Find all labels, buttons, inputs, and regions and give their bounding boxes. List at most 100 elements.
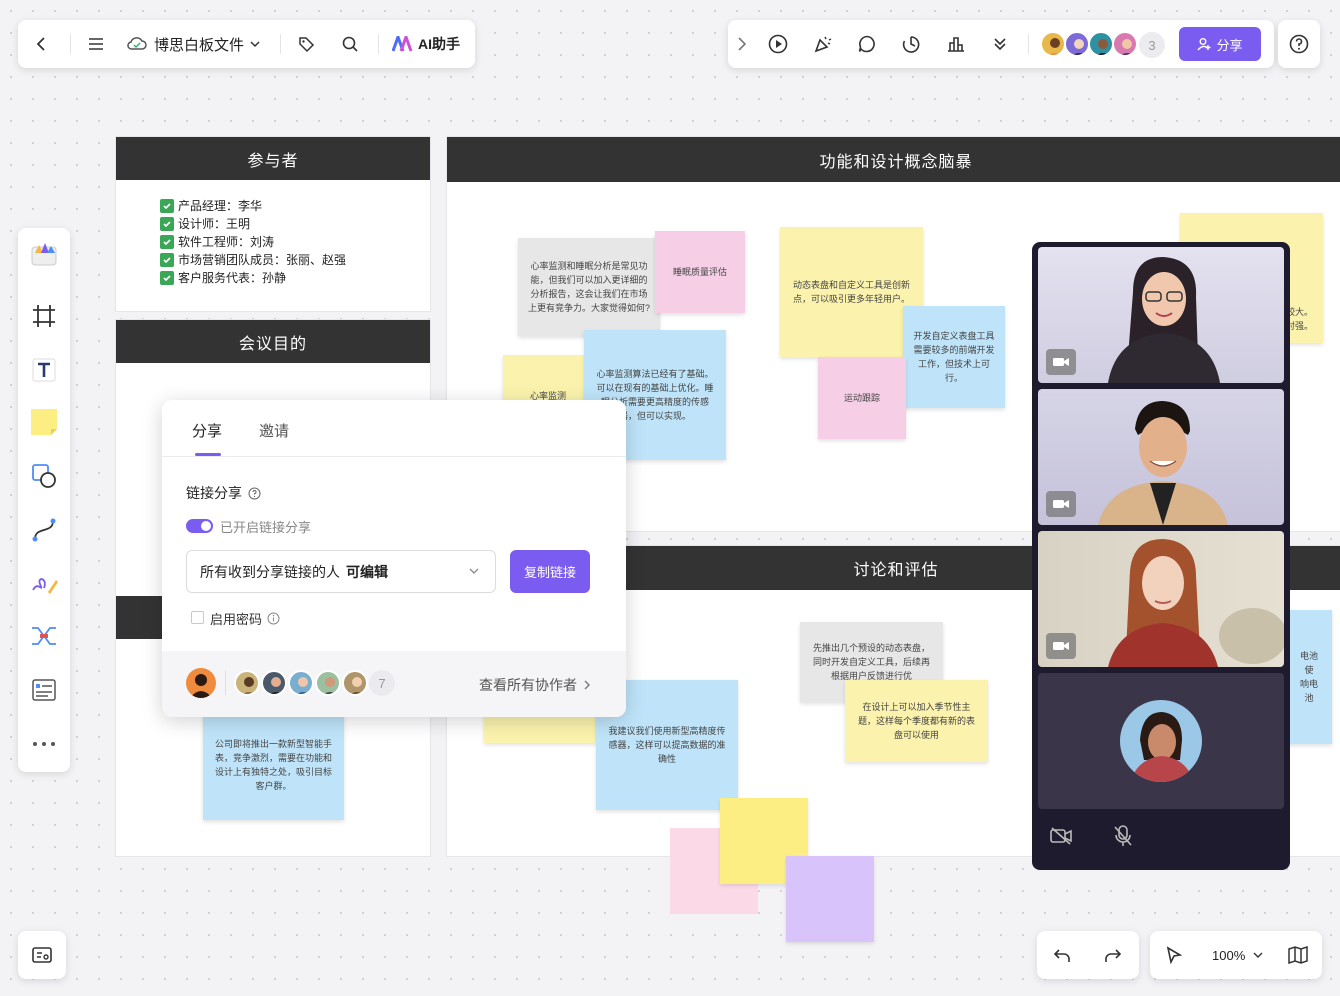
copy-link-button[interactable]: 复制链接 bbox=[510, 550, 590, 593]
sticky-note[interactable]: 睡眠质量评估 bbox=[655, 231, 745, 313]
back-icon[interactable] bbox=[24, 20, 60, 68]
mindmap-tool-icon[interactable] bbox=[18, 614, 70, 658]
info-icon[interactable] bbox=[267, 612, 280, 625]
ai-logo-icon bbox=[392, 36, 414, 52]
ai-assistant-button[interactable]: AI助手 bbox=[392, 20, 460, 68]
sticky-note[interactable] bbox=[786, 856, 874, 942]
list-item: 市场营销团队成员：张丽、赵强 bbox=[160, 251, 346, 269]
chevron-down-icon bbox=[469, 567, 479, 575]
collaborator-count-badge[interactable]: 3 bbox=[1139, 32, 1165, 58]
password-row: 启用密码 bbox=[210, 609, 280, 628]
present-icon[interactable] bbox=[760, 20, 796, 68]
checkbox-checked-icon bbox=[160, 235, 174, 249]
tag-icon[interactable] bbox=[288, 20, 324, 68]
sticky-note[interactable]: 在设计上可以加入季节性主题，这样每个季度都有新的表盘可以使用 bbox=[845, 680, 988, 762]
camera-icon[interactable] bbox=[1046, 633, 1076, 659]
ai-label: AI助手 bbox=[418, 36, 460, 52]
link-share-label: 链接分享 bbox=[186, 485, 242, 501]
help-button[interactable] bbox=[1278, 20, 1320, 68]
expand-icon[interactable] bbox=[728, 20, 756, 68]
camera-off-icon[interactable] bbox=[1049, 826, 1073, 851]
list-item: 软件工程师：刘涛 bbox=[160, 233, 346, 251]
participant-name: 设计师：王明 bbox=[178, 217, 251, 231]
help-icon bbox=[1289, 34, 1309, 54]
avatar[interactable] bbox=[1088, 31, 1114, 57]
list-tool-icon[interactable] bbox=[18, 668, 70, 712]
owner-avatar[interactable] bbox=[186, 668, 216, 698]
select-tool-icon[interactable] bbox=[1156, 931, 1192, 979]
chevron-down-icon bbox=[1253, 951, 1263, 959]
checkbox-checked-icon bbox=[160, 199, 174, 213]
map-icon[interactable] bbox=[1280, 931, 1316, 979]
avatar[interactable] bbox=[234, 670, 260, 696]
tab-invite[interactable]: 邀请 bbox=[259, 420, 289, 441]
avatar[interactable] bbox=[1112, 31, 1138, 57]
list-item: 客户服务代表：孙静 bbox=[160, 269, 346, 287]
tab-share[interactable]: 分享 bbox=[192, 420, 222, 441]
checkbox-checked-icon bbox=[160, 217, 174, 231]
permission-select[interactable]: 所有收到分享链接的人 可编辑 bbox=[186, 550, 496, 593]
zoom-control[interactable]: 100% bbox=[1212, 931, 1263, 979]
sticky-note-tool-icon[interactable] bbox=[18, 400, 70, 444]
avatar[interactable] bbox=[1040, 31, 1066, 57]
connector-tool-icon[interactable] bbox=[18, 508, 70, 552]
view-all-collaborators-link[interactable]: 查看所有协作者 bbox=[479, 675, 591, 695]
menu-icon[interactable] bbox=[78, 20, 114, 68]
footer-divider bbox=[225, 671, 226, 695]
help-icon[interactable] bbox=[248, 487, 261, 500]
sticky-note[interactable]: 运动跟踪 bbox=[818, 357, 906, 439]
sticky-note[interactable]: 开发自定义表盘工具需要较多的前端开发工作，但技术上可行。 bbox=[903, 306, 1005, 408]
celebrate-icon[interactable] bbox=[805, 20, 841, 68]
participant-name: 市场营销团队成员：张丽、赵强 bbox=[178, 253, 347, 267]
undo-icon[interactable] bbox=[1044, 931, 1080, 979]
pen-tool-icon[interactable] bbox=[18, 562, 70, 606]
participant-name: 产品经理：李华 bbox=[178, 199, 263, 213]
minimap-button[interactable] bbox=[18, 931, 66, 979]
zoom-value: 100% bbox=[1212, 947, 1246, 963]
link-share-toggle[interactable] bbox=[186, 519, 213, 533]
avatar[interactable] bbox=[315, 670, 341, 696]
sticky-note[interactable]: 心率监测和睡眠分析是常见功能，但我们可以加入更详细的分析报告，这会让我们在市场上… bbox=[518, 238, 660, 336]
link-share-heading: 链接分享 bbox=[186, 483, 261, 503]
sticky-note[interactable]: 动态表盘和自定义工具是创新点，可以吸引更多年轻用户。 bbox=[780, 227, 923, 357]
minimap-icon bbox=[31, 945, 53, 965]
avatar[interactable] bbox=[342, 670, 368, 696]
share-button[interactable]: 分享 bbox=[1179, 27, 1261, 61]
more-icon[interactable] bbox=[18, 722, 70, 766]
participant-name: 客户服务代表：孙静 bbox=[178, 271, 287, 285]
avatar[interactable] bbox=[1064, 31, 1090, 57]
left-toolbar bbox=[18, 228, 70, 772]
frame-title: 功能和设计概念脑暴 bbox=[447, 137, 1340, 182]
view-controls-bar: 100% bbox=[1150, 931, 1322, 979]
participants-frame[interactable]: 参与者 产品经理：李华 设计师：王明 软件工程师：刘涛 市场营销团队成员：张丽、… bbox=[115, 136, 431, 312]
cloud-icon bbox=[126, 36, 148, 52]
sticky-note[interactable]: 电池使 响电池 bbox=[1286, 610, 1332, 744]
text-tool-icon[interactable] bbox=[18, 348, 70, 392]
video-tile[interactable] bbox=[1038, 531, 1284, 667]
avatar[interactable] bbox=[288, 670, 314, 696]
shape-tool-icon[interactable] bbox=[18, 454, 70, 498]
template-tool-icon[interactable] bbox=[18, 232, 70, 276]
redo-icon[interactable] bbox=[1095, 931, 1131, 979]
collapse-down-icon[interactable] bbox=[982, 20, 1018, 68]
mic-off-icon[interactable] bbox=[1112, 824, 1134, 853]
frame-tool-icon[interactable] bbox=[18, 294, 70, 338]
avatar[interactable] bbox=[261, 670, 287, 696]
video-tile[interactable] bbox=[1038, 247, 1284, 383]
camera-icon[interactable] bbox=[1046, 349, 1076, 375]
password-checkbox[interactable] bbox=[191, 611, 204, 624]
collaborator-count-badge[interactable]: 7 bbox=[369, 670, 395, 696]
checkbox-checked-icon bbox=[160, 253, 174, 267]
timer-icon[interactable] bbox=[893, 20, 929, 68]
frame-title: 参与者 bbox=[116, 137, 430, 180]
video-tile-camera-off[interactable] bbox=[1038, 673, 1284, 809]
comment-icon[interactable] bbox=[849, 20, 885, 68]
search-icon[interactable] bbox=[332, 20, 368, 68]
doc-title: 博思白板文件 bbox=[154, 36, 245, 54]
share-label: 分享 bbox=[1216, 37, 1243, 53]
camera-icon[interactable] bbox=[1046, 491, 1076, 517]
view-all-label: 查看所有协作者 bbox=[479, 677, 577, 693]
video-tile[interactable] bbox=[1038, 389, 1284, 525]
doc-title-button[interactable]: 博思白板文件 bbox=[126, 20, 260, 68]
vote-icon[interactable] bbox=[938, 20, 974, 68]
